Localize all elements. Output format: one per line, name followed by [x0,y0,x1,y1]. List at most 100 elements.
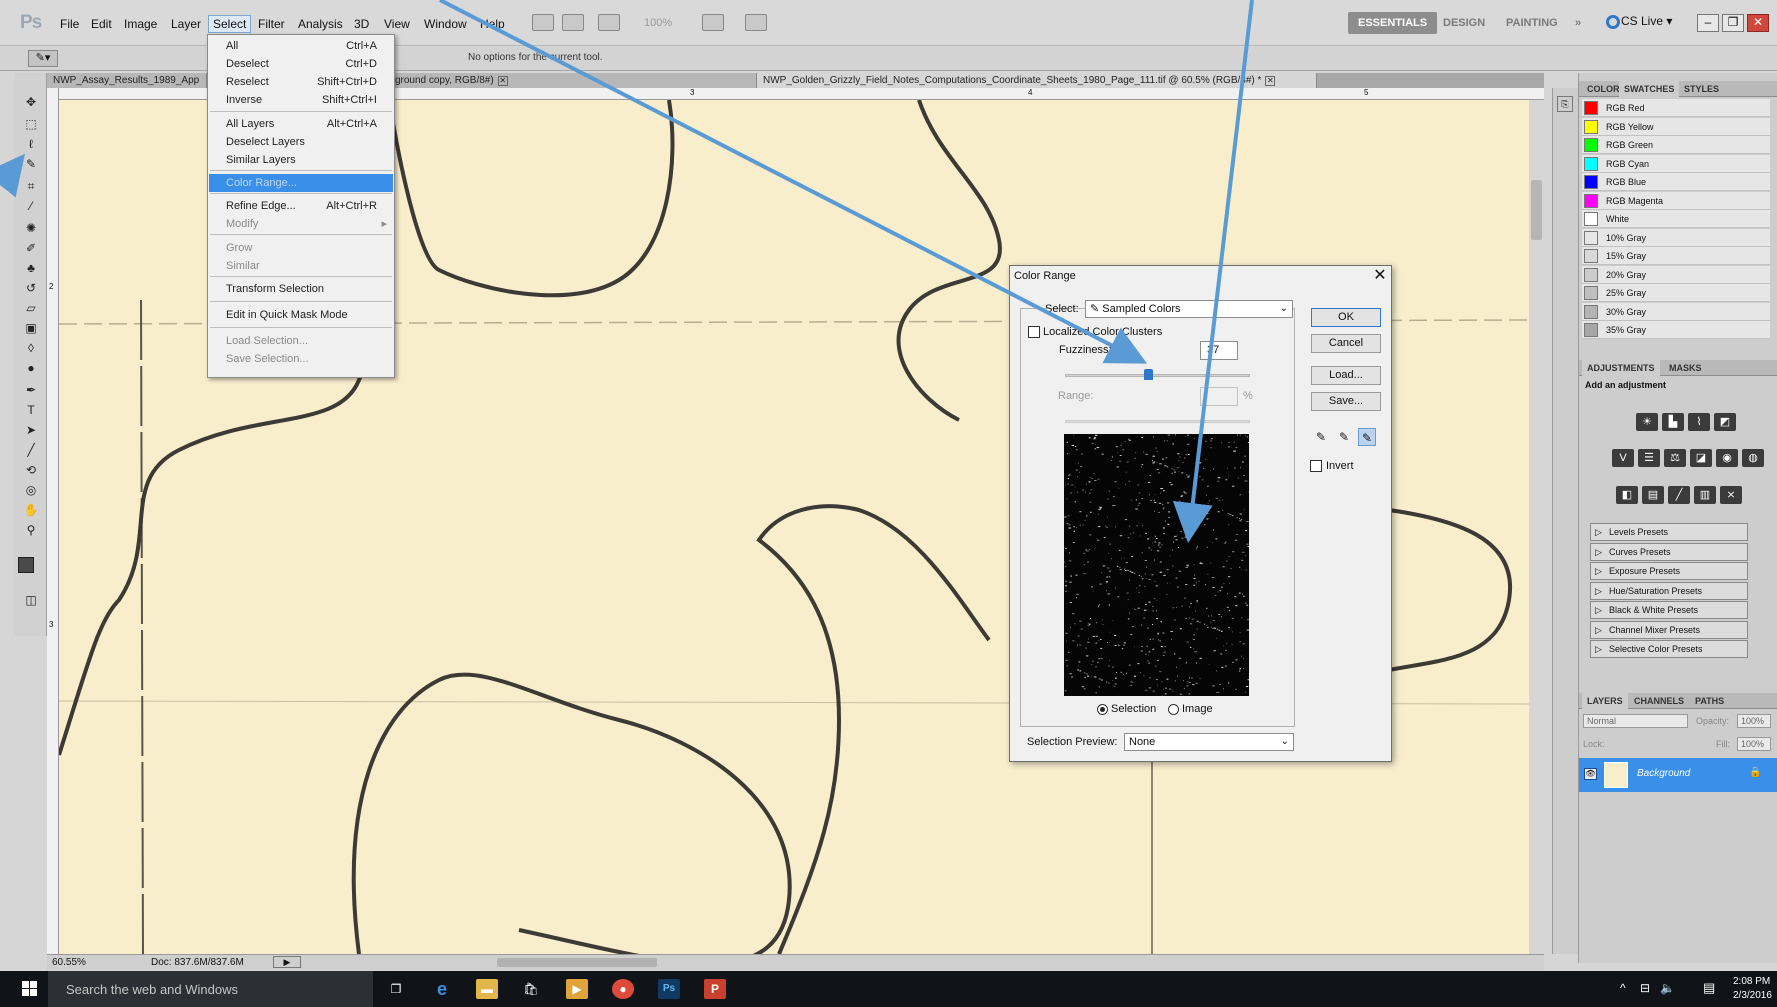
adjustment-preset-item[interactable]: Levels Presets [1590,523,1748,541]
adjustment-preset-item[interactable]: Curves Presets [1590,542,1748,561]
type-tool-icon[interactable]: T [23,403,39,417]
swatch-row[interactable]: 15% Gray [1582,247,1770,265]
clone-stamp-icon[interactable]: ♣ [23,261,39,275]
adjustment-preset-item[interactable]: Selective Color Presets [1590,640,1748,658]
selection-radio[interactable] [1097,704,1108,715]
menu-window[interactable]: Window [420,16,471,32]
tab-paths[interactable]: PATHS [1690,693,1729,709]
select-menu-item[interactable]: Reselect Shift+Ctrl+D [209,73,393,91]
view-extras-icon[interactable] [598,14,620,31]
tab-assay-results[interactable]: NWP_Assay_Results_1989_App [47,73,207,88]
swatch-row[interactable]: White [1582,210,1770,228]
blend-mode-select[interactable]: Normal [1583,714,1688,728]
close-icon[interactable]: ✕ [497,76,508,86]
select-menu-item[interactable]: Save Selection... [209,350,393,368]
path-selection-icon[interactable]: ➤ [23,423,39,437]
swatch-chip[interactable] [1584,230,1598,245]
status-menu-arrow-icon[interactable]: ▶ [273,956,301,968]
dialog-close-button[interactable]: ✕ [1370,266,1390,286]
visibility-eye-icon[interactable]: 👁 [1584,768,1597,780]
subtract-from-sample-icon[interactable]: ✎ [1358,428,1376,446]
swatch-chip[interactable] [1584,323,1598,337]
gradient-map-icon[interactable]: ▥ [1694,486,1716,504]
swatch-row[interactable]: 10% Gray [1582,228,1770,247]
cancel-button[interactable]: Cancel [1311,334,1381,353]
swatch-row[interactable]: 30% Gray [1582,302,1770,321]
brush-tool-icon[interactable]: ✐ [23,241,39,255]
menu-view[interactable]: View [380,16,414,32]
menu-filter[interactable]: Filter [254,16,289,32]
swatch-chip[interactable] [1584,304,1598,319]
close-window-button[interactable]: ✕ [1747,14,1769,32]
tab-channels[interactable]: CHANNELS [1629,693,1689,709]
tab-field-notes[interactable]: NWP_Golden_Grizzly_Field_Notes_Computati… [757,73,1317,88]
network-icon[interactable]: ⊟ [1640,981,1650,995]
swatch-row[interactable]: RGB Blue [1582,173,1770,191]
photoshop-taskbar-icon[interactable]: Ps [658,979,680,999]
cslive-menu[interactable]: CS Live ▾ [1621,14,1672,28]
vibrance-icon[interactable]: V [1612,449,1634,467]
select-menu-item[interactable]: Modify ▸ [209,215,393,233]
menu-image[interactable]: Image [120,16,161,32]
adjustment-preset-item[interactable]: Black & White Presets [1590,601,1748,619]
menu-help[interactable]: Help [476,16,509,32]
vertical-scroll-thumb[interactable] [1531,180,1542,240]
chrome-icon[interactable]: ● [612,979,634,999]
eraser-tool-icon[interactable]: ▱ [23,301,39,315]
close-icon[interactable]: ✕ [1265,76,1276,86]
menu-analysis[interactable]: Analysis [294,16,347,32]
zoom-level-menu[interactable]: 100% [644,17,672,29]
tray-chevron-icon[interactable]: ^ [1620,981,1626,995]
move-tool-icon[interactable]: ✥ [23,95,39,109]
ok-button[interactable]: OK [1311,308,1381,327]
history-panel-icon[interactable]: ⎘ [1557,96,1573,112]
arrange-documents-icon[interactable] [702,14,724,31]
swatch-chip[interactable] [1584,175,1598,189]
curves-icon[interactable]: ⌇ [1688,413,1710,431]
swatch-row[interactable]: 35% Gray [1582,321,1770,339]
history-brush-icon[interactable]: ↺ [23,281,39,295]
foreground-color-icon[interactable] [18,557,34,573]
tab-layers[interactable]: LAYERS [1582,693,1628,709]
hue-saturation-icon[interactable]: ☰ [1638,449,1660,467]
select-dropdown[interactable]: ✎ Sampled Colors ⌄ [1085,300,1293,318]
screen-mode-icon[interactable] [745,14,767,31]
photo-filter-icon[interactable]: ◉ [1716,449,1738,467]
media-icon[interactable]: ▶ [566,979,588,999]
layer-name[interactable]: Background [1637,768,1690,779]
fuzziness-slider-track[interactable] [1065,374,1250,377]
marquee-tool-icon[interactable]: ⬚ [23,117,39,131]
3d-orbit-icon[interactable]: ◎ [23,483,39,497]
swatch-row[interactable]: RGB Magenta [1582,191,1770,210]
fill-input[interactable]: 100% [1737,737,1771,751]
exposure-icon[interactable]: ◩ [1714,413,1736,431]
quick-mask-icon[interactable]: ◫ [23,593,39,607]
invert-checkbox[interactable] [1310,460,1322,472]
zoom-tool-icon[interactable]: ⚲ [23,523,39,537]
workspace-more[interactable]: » [1565,12,1591,34]
select-menu-item[interactable]: Grow [209,239,393,257]
image-radio[interactable] [1168,704,1179,715]
select-menu-item[interactable]: Edit in Quick Mask Mode [209,306,393,324]
tab-swatches[interactable]: SWATCHES [1619,81,1680,97]
swatch-row[interactable]: RGB Yellow [1582,117,1770,136]
task-view-icon[interactable]: ❐ [385,979,407,999]
minimize-button[interactable]: – [1697,14,1719,32]
menu-3d[interactable]: 3D [350,16,373,32]
taskbar-search-text[interactable]: Search the web and Windows [66,982,238,997]
color-balance-icon[interactable]: ⚖ [1664,449,1686,467]
add-to-sample-icon[interactable]: ✎ [1335,428,1353,446]
swatch-chip[interactable] [1584,138,1598,152]
swatch-chip[interactable] [1584,267,1598,282]
select-menu-item[interactable]: Deselect Ctrl+D [209,55,393,73]
swatch-chip[interactable] [1584,156,1598,171]
menu-select[interactable]: Select [208,15,252,33]
select-menu-item[interactable]: Similar Layers [209,151,393,169]
select-menu-item[interactable]: Refine Edge... Alt+Ctrl+R [209,197,393,215]
swatch-chip[interactable] [1584,286,1598,300]
swatch-row[interactable]: 25% Gray [1582,284,1770,302]
swatch-chip[interactable] [1584,119,1598,134]
lasso-tool-icon[interactable]: ℓ [23,137,39,151]
pen-tool-icon[interactable]: ✒ [23,383,39,397]
fuzziness-input[interactable]: 37 [1200,341,1238,360]
